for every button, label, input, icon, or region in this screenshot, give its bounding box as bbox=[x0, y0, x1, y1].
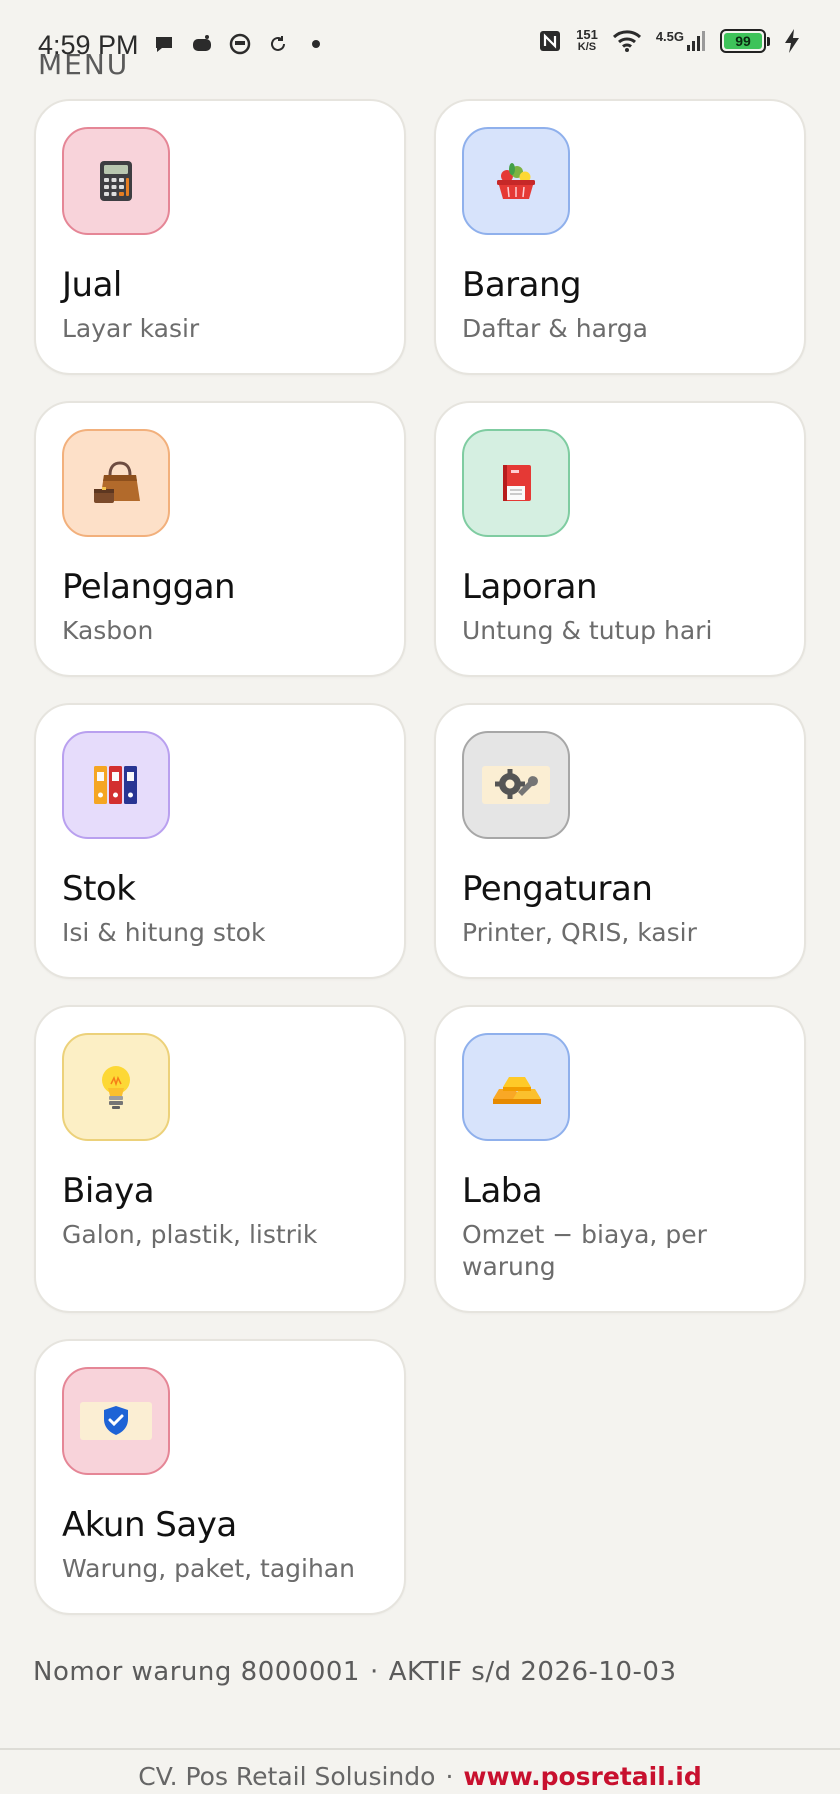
menu-card-subtitle: Untung & tutup hari bbox=[462, 616, 713, 645]
notebook-icon bbox=[503, 465, 531, 501]
menu-card-title: Akun Saya bbox=[62, 1505, 237, 1545]
company-credit: CV. Pos Retail Solusindo · www.posretail.i… bbox=[0, 1762, 840, 1791]
gear-wrench-icon bbox=[482, 766, 550, 804]
menu-icon-box bbox=[62, 1367, 170, 1475]
menu-card-laba[interactable]: Laba Omzet − biaya, per warung bbox=[434, 1005, 806, 1313]
store-number: Nomor warung 8000001 bbox=[33, 1657, 360, 1687]
menu-card-subtitle: Galon, plastik, listrik bbox=[62, 1220, 318, 1249]
binders-icon bbox=[94, 766, 137, 804]
battery-indicator: 99 bbox=[720, 29, 770, 53]
chat-bubble-icon bbox=[152, 32, 176, 56]
menu-card-subtitle: Isi & hitung stok bbox=[62, 918, 266, 947]
menu-icon-box bbox=[462, 731, 570, 839]
menu-card-title: Jual bbox=[62, 265, 122, 305]
menu-card-stok[interactable]: Stok Isi & hitung stok bbox=[34, 703, 406, 979]
menu-card-title: Pengaturan bbox=[462, 869, 653, 909]
nfc-icon bbox=[538, 29, 562, 53]
menu-card-biaya[interactable]: Biaya Galon, plastik, listrik bbox=[34, 1005, 406, 1313]
menu-icon-box bbox=[462, 1033, 570, 1141]
menu-card-laporan[interactable]: Laporan Untung & tutup hari bbox=[434, 401, 806, 677]
menu-icon-box bbox=[462, 429, 570, 537]
calculator-icon bbox=[100, 161, 132, 201]
menu-card-pelanggan[interactable]: Pelanggan Kasbon bbox=[34, 401, 406, 677]
separator: · bbox=[369, 1657, 379, 1687]
network-speed: 151 K/S bbox=[576, 27, 598, 53]
menu-icon-box bbox=[62, 731, 170, 839]
website-link[interactable]: www.posretail.id bbox=[463, 1762, 701, 1791]
game-controller-icon bbox=[190, 32, 214, 56]
page-title: MENU bbox=[38, 48, 130, 81]
menu-card-subtitle: Printer, QRIS, kasir bbox=[462, 918, 697, 947]
sync-icon bbox=[266, 32, 290, 56]
menu-card-title: Biaya bbox=[62, 1171, 155, 1211]
cell-signal-icon bbox=[687, 31, 705, 51]
menu-card-pengaturan[interactable]: Pengaturan Printer, QRIS, kasir bbox=[434, 703, 806, 979]
menu-card-title: Laporan bbox=[462, 567, 598, 607]
dot-icon bbox=[304, 32, 328, 56]
menu-icon-box bbox=[62, 127, 170, 235]
store-info: Nomor warung 8000001 · AKTIF s/d 2026-10-0… bbox=[33, 1657, 676, 1687]
menu-icon-box bbox=[462, 127, 570, 235]
gold-bars-icon bbox=[493, 1077, 541, 1104]
company-name: CV. Pos Retail Solusindo bbox=[138, 1762, 436, 1791]
menu-card-title: Laba bbox=[462, 1171, 543, 1211]
menu-card-title: Pelanggan bbox=[62, 567, 236, 607]
charging-bolt-icon bbox=[780, 29, 804, 53]
menu-card-subtitle: Layar kasir bbox=[62, 314, 200, 343]
menu-card-subtitle: Daftar & harga bbox=[462, 314, 648, 343]
menu-icon-box bbox=[62, 1033, 170, 1141]
menu-icon-box bbox=[62, 429, 170, 537]
menu-card-title: Barang bbox=[462, 265, 582, 305]
shopping-basket-icon bbox=[497, 163, 535, 199]
shield-check-icon bbox=[80, 1402, 152, 1440]
separator: · bbox=[445, 1762, 454, 1791]
notification-icons bbox=[152, 32, 328, 56]
cell-signal: 4.5G bbox=[656, 29, 706, 52]
system-icons: 151 K/S 4.5G 99 bbox=[538, 28, 804, 54]
handbag-icon bbox=[94, 461, 140, 503]
menu-card-barang[interactable]: Barang Daftar & harga bbox=[434, 99, 806, 375]
footer-divider bbox=[0, 1748, 840, 1750]
menu-card-subtitle: Kasbon bbox=[62, 616, 154, 645]
menu-card-akun-saya[interactable]: Akun Saya Warung, paket, tagihan bbox=[34, 1339, 406, 1615]
lightbulb-icon bbox=[102, 1066, 130, 1109]
menu-card-subtitle: Omzet − biaya, per warung bbox=[462, 1220, 707, 1281]
subscription-status: AKTIF s/d 2026-10-03 bbox=[388, 1657, 677, 1687]
menu-card-title: Stok bbox=[62, 869, 136, 909]
menu-grid: Jual Layar kasir Barang Daftar & harga P… bbox=[34, 99, 806, 1615]
menu-card-subtitle: Warung, paket, tagihan bbox=[62, 1554, 355, 1583]
face-icon bbox=[228, 32, 252, 56]
menu-card-jual[interactable]: Jual Layar kasir bbox=[34, 99, 406, 375]
wifi-icon bbox=[612, 29, 642, 53]
